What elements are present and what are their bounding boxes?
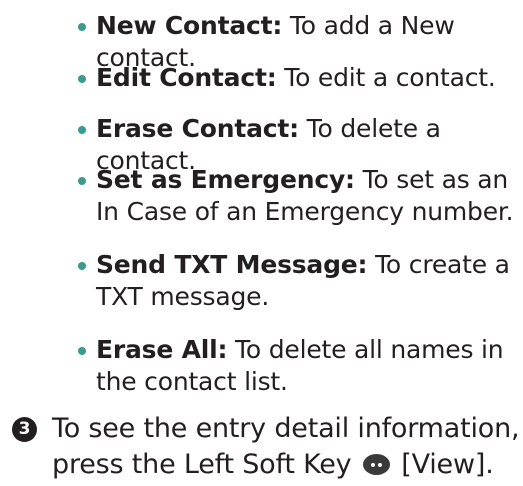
step-text-after: [View]. (401, 449, 494, 480)
bullet-dot (78, 126, 86, 134)
list-item: Send TXT Message: To create a TXT messag… (76, 249, 516, 313)
option-term: Set as Emergency: (96, 165, 355, 194)
left-soft-key-icon (362, 454, 390, 475)
option-term: Send TXT Message: (96, 250, 368, 279)
bullet-dot (78, 177, 86, 185)
option-term: Edit Contact: (96, 63, 277, 92)
option-term: Erase Contact: (96, 114, 299, 143)
option-term: New Contact: (96, 11, 283, 40)
step-instruction: To see the entry detail information, pre… (52, 411, 522, 483)
bullet-dot (78, 23, 86, 31)
list-item: Erase All: To delete all names in the co… (76, 334, 516, 398)
manual-page: New Contact: To add a New contact. Edit … (0, 0, 523, 486)
list-item: Set as Emergency: To set as an In Case o… (76, 164, 516, 228)
bullet-dot (78, 262, 86, 270)
option-term: Erase All: (96, 335, 228, 364)
option-description: To edit a contact. (276, 63, 496, 92)
list-item: Edit Contact: To edit a contact. (76, 62, 496, 94)
bullet-dot (78, 347, 86, 355)
bullet-dot (78, 75, 86, 83)
step-number-badge: 3 (12, 417, 37, 442)
